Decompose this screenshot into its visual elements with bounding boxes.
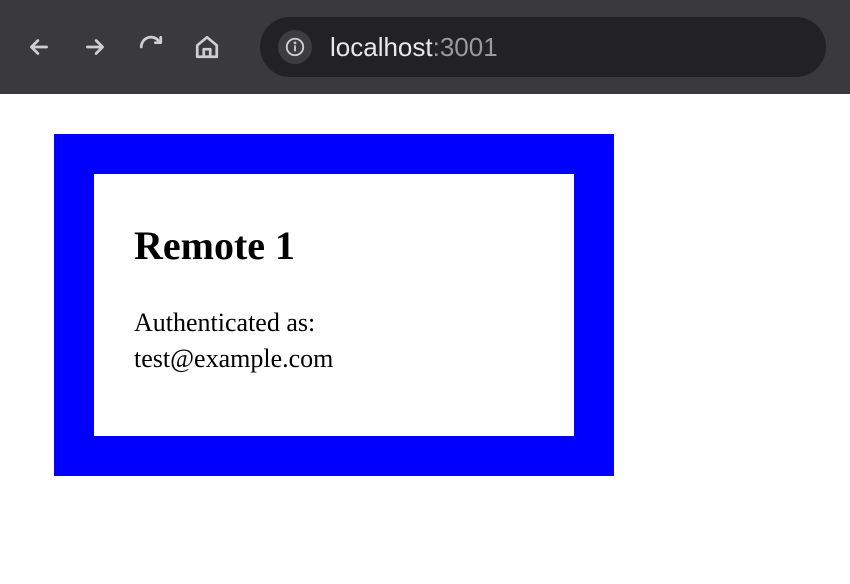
card-heading: Remote 1	[134, 222, 534, 269]
auth-label: Authenticated as:	[134, 308, 315, 337]
url-port: :3001	[433, 32, 498, 62]
info-icon	[284, 36, 306, 58]
forward-button[interactable]	[80, 32, 110, 62]
auth-status: Authenticated as: test@example.com	[134, 305, 534, 378]
home-button[interactable]	[192, 32, 222, 62]
blue-container: Remote 1 Authenticated as: test@example.…	[54, 134, 614, 476]
address-bar[interactable]: localhost:3001	[260, 17, 826, 77]
card: Remote 1 Authenticated as: test@example.…	[94, 174, 574, 436]
home-icon	[194, 34, 220, 60]
arrow-left-icon	[26, 34, 52, 60]
browser-toolbar: localhost:3001	[0, 0, 850, 94]
reload-icon	[138, 34, 164, 60]
site-info-button[interactable]	[278, 30, 312, 64]
auth-email: test@example.com	[134, 344, 333, 373]
back-button[interactable]	[24, 32, 54, 62]
url-host: localhost	[330, 32, 433, 62]
arrow-right-icon	[82, 34, 108, 60]
reload-button[interactable]	[136, 32, 166, 62]
url-text: localhost:3001	[330, 32, 498, 63]
page-content: Remote 1 Authenticated as: test@example.…	[0, 94, 850, 516]
